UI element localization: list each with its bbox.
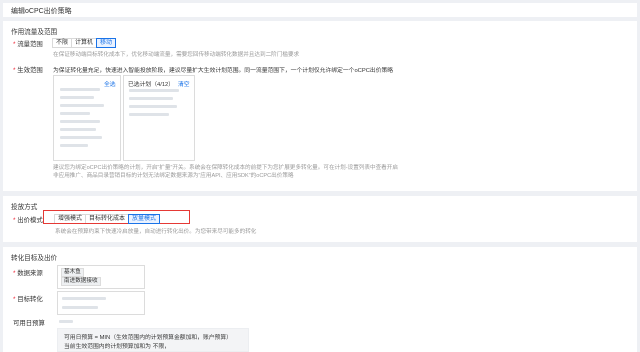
list-item[interactable]: [60, 88, 100, 91]
scope-note: 建议您为绑定oCPC出价策略的计划，开启“扩量”开关。系统会在保障转化成本的前提…: [53, 165, 398, 171]
budget-label: 可用日预算: [13, 320, 45, 327]
scope-note-2: 非应用推广、商品目录营销目标的计划无法绑定数据来源为“应用API、应用SDK”的…: [53, 173, 294, 179]
list-item[interactable]: [129, 105, 177, 108]
goal-label: * 目标转化: [13, 296, 43, 303]
source-tag[interactable]: 基木鱼: [61, 268, 84, 277]
bid-section: 投放方式 * 出价模式 增强模式 目标转化成本 放量模式 系统会在预算约束下快速…: [3, 196, 637, 242]
list-item[interactable]: [129, 89, 179, 92]
budget-value: [59, 320, 73, 323]
list-item[interactable]: [60, 96, 94, 99]
page-title: 编辑oCPC出价策略: [11, 8, 72, 15]
selected-plan-box: 已选计划（4/12） 清空: [123, 75, 195, 161]
source-select[interactable]: 基木鱼 南进数据接收: [57, 265, 145, 289]
list-item[interactable]: [129, 97, 173, 100]
goal-select[interactable]: [57, 291, 145, 315]
traffic-option-computer[interactable]: 计算机: [71, 38, 98, 48]
bid-mode-hint: 系统会在预算约束下快速冷启放量，自动进行转化出价。为您带来尽可能多的转化: [55, 229, 257, 235]
header-bar: 编辑oCPC出价策略: [3, 3, 637, 17]
list-item[interactable]: [60, 128, 96, 131]
list-item[interactable]: [60, 112, 90, 115]
goal-tag[interactable]: [62, 306, 98, 309]
scope-hint: 为保证转化量充足，快速进入智能投放阶段，建议尽量扩大生效计划范围。同一流量范围下…: [53, 68, 394, 74]
budget-current: 当前生效范围内的计划预算加和为 不限，: [64, 344, 170, 350]
source-tag[interactable]: 南进数据接收: [61, 277, 101, 286]
traffic-option-all[interactable]: 不限: [52, 38, 73, 48]
scope-section: 作用流量及范围 * 流量范围 不限 计算机 移动 在保证移动端目标转化成本下，优…: [3, 21, 637, 191]
list-item[interactable]: [60, 120, 100, 123]
list-item[interactable]: [60, 136, 102, 139]
scope-label: * 生效范围: [13, 67, 43, 74]
selected-count: 已选计划（4/12）: [128, 82, 175, 88]
conversion-section: 转化目标及出价 * 数据来源 基木鱼 南进数据接收 * 目标转化 可用日预算 可…: [3, 247, 637, 352]
budget-formula: 可用日预算 = MIN（生效范围内的计划预算金额加和，账户预算）: [64, 335, 232, 341]
budget-info-box: 可用日预算 = MIN（生效范围内的计划预算金额加和，账户预算） 当前生效范围内…: [57, 328, 249, 352]
traffic-label: * 流量范围: [13, 41, 43, 48]
list-item[interactable]: [60, 104, 104, 107]
plan-list-box[interactable]: 全选: [53, 75, 121, 161]
section-title-conversion: 转化目标及出价: [11, 255, 58, 262]
list-item[interactable]: [129, 113, 169, 116]
section-title-bid: 投放方式: [11, 204, 38, 211]
source-label: * 数据来源: [13, 270, 43, 277]
traffic-option-mobile[interactable]: 移动: [96, 38, 117, 48]
highlight-box: [43, 210, 190, 224]
list-item[interactable]: [60, 144, 88, 147]
clear-link[interactable]: 清空: [178, 79, 190, 88]
traffic-range-selector: 不限 计算机 移动: [52, 38, 117, 48]
traffic-hint: 在保证移动端目标转化成本下，优化移动端流量，需要您回传移动端转化数据并且达到二阶…: [53, 52, 300, 58]
section-title-scope: 作用流量及范围: [11, 29, 58, 36]
goal-tag[interactable]: [62, 297, 106, 300]
bid-option-volume[interactable]: 放量模式: [128, 214, 161, 224]
select-all-link[interactable]: 全选: [104, 79, 116, 88]
bid-mode-label: * 出价模式: [13, 217, 43, 224]
